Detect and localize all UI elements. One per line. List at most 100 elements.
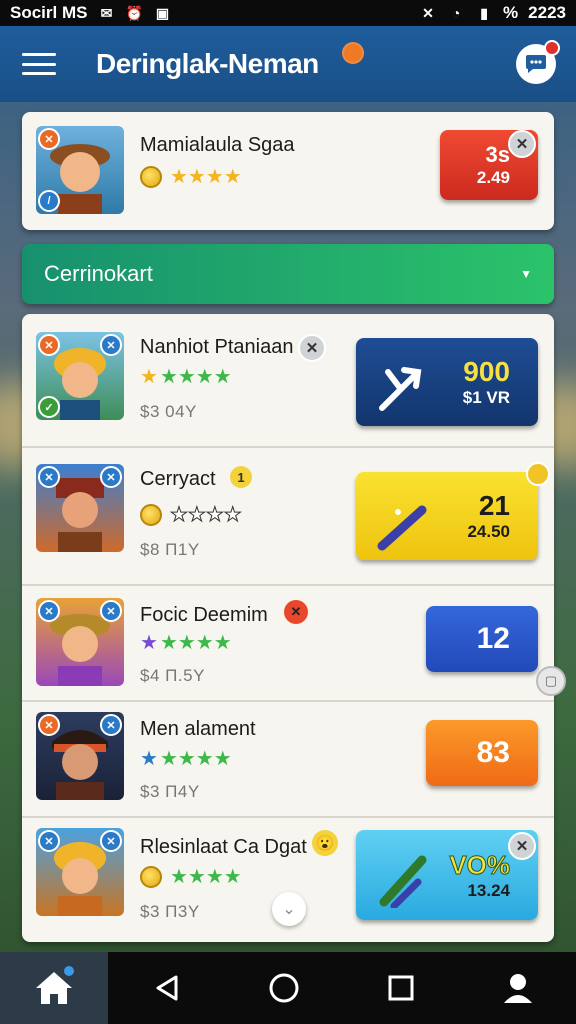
star-empty-icon: ★★★★ bbox=[170, 504, 243, 527]
avatar-info-icon: ✕ bbox=[100, 334, 122, 356]
item-action-button[interactable]: 12 bbox=[426, 606, 538, 672]
star-icon: ★★★★ bbox=[159, 748, 232, 770]
star-icon: ★★★★ bbox=[159, 632, 232, 654]
item-name: Rlesinlaat Ca Dgat bbox=[140, 836, 307, 858]
close-icon[interactable]: ✕ bbox=[508, 130, 536, 158]
featured-rating: ★★★★ bbox=[140, 164, 242, 189]
item-avatar: ✕ ✕ bbox=[36, 712, 124, 800]
item-subtitle: $3 04Y bbox=[140, 402, 197, 421]
item-name: Nanhiot Ptaniaan bbox=[140, 336, 294, 358]
chevron-down-icon: ▼ bbox=[520, 267, 532, 281]
avatar-badge-icon: ✕ bbox=[38, 466, 60, 488]
list-item[interactable]: ✕ ✕ Focic Deemim ✕ ★ ★★★★ $4 Π.5Y 12 bbox=[22, 588, 554, 700]
item-name: Focic Deemim bbox=[140, 604, 268, 626]
name-badge: ✕ bbox=[284, 600, 308, 624]
item-rating: ★★★★ bbox=[140, 864, 242, 889]
coin-icon bbox=[140, 165, 162, 188]
item-avatar: ✕ ✕ bbox=[36, 828, 124, 916]
home-icon[interactable] bbox=[0, 952, 108, 1024]
star-icon: ★★★★ bbox=[170, 166, 242, 188]
coin-icon bbox=[140, 865, 162, 888]
signal-icon: ▮ bbox=[480, 4, 488, 21]
item-tile-top: VO% bbox=[449, 849, 511, 880]
recents-icon[interactable] bbox=[342, 974, 459, 1002]
item-rating: ★ ★★★★ bbox=[140, 630, 232, 655]
row-divider bbox=[22, 700, 554, 702]
row-divider bbox=[22, 816, 554, 818]
profile-icon[interactable] bbox=[459, 971, 576, 1005]
avatar-badge-icon: ✕ bbox=[38, 600, 60, 622]
list-item[interactable]: ✕ ✕ Men alament ★ ★★★★ $3 Π4Y 83 bbox=[22, 704, 554, 816]
section-dropdown[interactable]: Cerrinokart ▼ bbox=[22, 244, 554, 304]
list-item[interactable]: ✕ ✕ Cerryact 1 ★★★★ $8 Π1Y 21 24.50 bbox=[22, 452, 554, 578]
avatar-badge-icon: ✕ bbox=[38, 334, 60, 356]
item-tile-bottom: 24.50 bbox=[467, 522, 510, 541]
item-tile-bottom: 13.24 bbox=[467, 880, 510, 900]
item-tile-bottom: $1 VR bbox=[462, 388, 510, 407]
name-badge: 😮 bbox=[312, 830, 338, 856]
item-subtitle: $3 Π4Y bbox=[140, 782, 200, 801]
item-tile-top: 900 bbox=[463, 356, 510, 387]
section-label: Cerrinokart bbox=[44, 261, 153, 286]
emoji-badge-icon bbox=[342, 42, 364, 64]
item-rating: ★★★★ bbox=[140, 502, 242, 527]
list-item[interactable]: ✕ ✕ ✓ Nanhiot Ptaniaan ✕ ★ ★★★★ $3 04Y 90… bbox=[22, 318, 554, 444]
star-icon: ★★★★ bbox=[170, 866, 242, 888]
item-tile-top: 83 bbox=[476, 736, 510, 769]
avatar-badge-icon: ✕ bbox=[38, 128, 60, 150]
hamburger-icon[interactable] bbox=[20, 49, 58, 79]
item-subtitle: $8 Π1Y bbox=[140, 540, 200, 559]
avatar-info-icon: ✕ bbox=[100, 600, 122, 622]
mute-icon: ✕ bbox=[422, 4, 434, 21]
row-divider bbox=[22, 584, 554, 586]
image-icon: ▣ bbox=[155, 4, 170, 21]
star-icon: ★ bbox=[140, 632, 158, 654]
avatar-info-icon: ✕ bbox=[100, 466, 122, 488]
tile-corner-icon bbox=[526, 462, 550, 486]
back-icon[interactable] bbox=[108, 974, 225, 1002]
item-rating: ★ ★★★★ bbox=[140, 364, 232, 389]
item-tile-top: 21 bbox=[478, 490, 510, 521]
status-bar: Socirl MS ✉ ⏰ ▣ ✕ ◔ ▮ % 2223 bbox=[0, 0, 576, 26]
item-avatar: ✕ ✕ ✓ bbox=[36, 332, 124, 420]
scroll-down-icon[interactable]: ⌄ bbox=[272, 892, 306, 926]
item-action-button[interactable]: 900 $1 VR bbox=[356, 338, 538, 426]
page-title: Deringlak-Neman bbox=[96, 48, 319, 79]
featured-price-label: 3s bbox=[485, 142, 510, 167]
alarm-icon: ⏰ bbox=[125, 4, 144, 21]
clock-text: 2223 bbox=[528, 3, 566, 22]
star-icon: ★★★★ bbox=[159, 366, 232, 388]
arrow-icon bbox=[379, 367, 422, 411]
avatar-badge-icon: ✕ bbox=[38, 830, 60, 852]
bat-icon bbox=[379, 855, 427, 908]
coin-icon bbox=[140, 503, 162, 526]
close-icon[interactable]: ✕ bbox=[508, 832, 536, 860]
notification-icon: ✉ bbox=[100, 4, 113, 21]
item-action-button[interactable]: 21 24.50 bbox=[356, 472, 538, 560]
chat-notification-dot bbox=[544, 40, 560, 56]
close-icon[interactable]: ✕ bbox=[298, 334, 326, 362]
row-divider bbox=[22, 446, 554, 448]
item-avatar: ✕ ✕ bbox=[36, 598, 124, 686]
item-avatar: ✕ ✕ bbox=[36, 464, 124, 552]
item-subtitle: $3 Π3Y bbox=[140, 902, 200, 921]
star-icon: ★ bbox=[140, 366, 158, 388]
item-name: Cerryact bbox=[140, 468, 216, 490]
name-badge: 1 bbox=[230, 466, 252, 488]
avatar-leaf-icon: ✓ bbox=[38, 396, 60, 418]
app-header: Deringlak-Neman bbox=[0, 26, 576, 102]
featured-avatar: ✕ / bbox=[36, 126, 124, 214]
featured-name: Mamialaula Sgaa bbox=[140, 134, 295, 156]
home-circle-icon[interactable] bbox=[225, 972, 342, 1004]
item-subtitle: $4 Π.5Y bbox=[140, 666, 205, 685]
featured-price-value: 2.49 bbox=[476, 168, 510, 187]
home-notification-dot bbox=[64, 966, 74, 976]
bat-icon bbox=[377, 505, 427, 551]
avatar-info-icon: ✕ bbox=[100, 714, 122, 736]
chat-bubble-icon[interactable] bbox=[516, 40, 560, 84]
side-handle-icon[interactable]: ▢ bbox=[536, 666, 566, 696]
avatar-edit-icon: / bbox=[38, 190, 60, 212]
featured-card[interactable]: ✕ / Mamialaula Sgaa ★★★★ 3s 2.49 ✕ bbox=[22, 112, 554, 230]
wifi-icon: ◔ bbox=[451, 5, 461, 21]
item-action-button[interactable]: 83 bbox=[426, 720, 538, 786]
